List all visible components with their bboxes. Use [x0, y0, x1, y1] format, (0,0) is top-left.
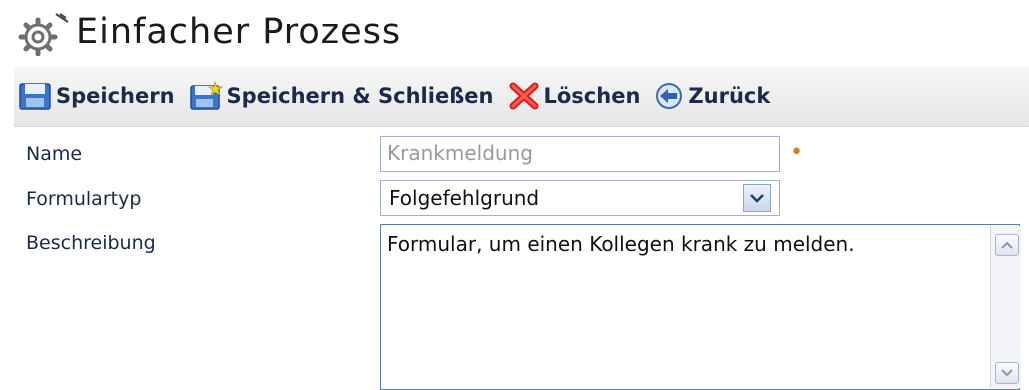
save-close-icon — [189, 81, 223, 110]
form-type-label: Formulartyp — [26, 188, 142, 210]
save-label: Speichern — [56, 84, 175, 108]
back-button[interactable]: Zurück — [654, 76, 770, 116]
save-icon — [19, 83, 51, 110]
save-close-label: Speichern & Schließen — [226, 84, 494, 108]
description-label: Beschreibung — [26, 232, 156, 254]
dropdown-button[interactable] — [743, 184, 771, 212]
page-header: Einfacher Prozess — [0, 0, 1029, 64]
description-textarea[interactable]: Formular, um einen Kollegen krank zu mel… — [380, 224, 1020, 390]
name-field[interactable]: Krankmeldung — [380, 136, 780, 172]
required-marker: • — [790, 140, 803, 165]
scroll-down-button[interactable] — [995, 362, 1019, 384]
toolbar: Speichern Speichern & Schließen Löschen … — [14, 66, 1029, 127]
save-button[interactable]: Speichern — [18, 76, 175, 116]
gear-icon — [18, 13, 69, 56]
form-type-select[interactable]: Folgefehlgrund — [380, 180, 780, 216]
back-arrow-icon — [656, 83, 683, 109]
delete-icon — [509, 82, 538, 110]
chevron-down-icon — [750, 194, 764, 203]
chevron-up-icon — [1001, 241, 1013, 249]
scroll-up-button[interactable] — [995, 234, 1019, 256]
delete-label: Löschen — [543, 84, 641, 108]
delete-button[interactable]: Löschen — [508, 76, 641, 116]
save-and-close-button[interactable]: Speichern & Schließen — [189, 76, 494, 116]
form-type-value: Folgefehlgrund — [389, 186, 540, 210]
page-title: Einfacher Prozess — [76, 12, 402, 52]
description-scrollbar[interactable] — [990, 226, 1021, 388]
name-label: Name — [26, 143, 83, 165]
chevron-down-icon — [1001, 369, 1013, 377]
back-label: Zurück — [688, 84, 771, 108]
